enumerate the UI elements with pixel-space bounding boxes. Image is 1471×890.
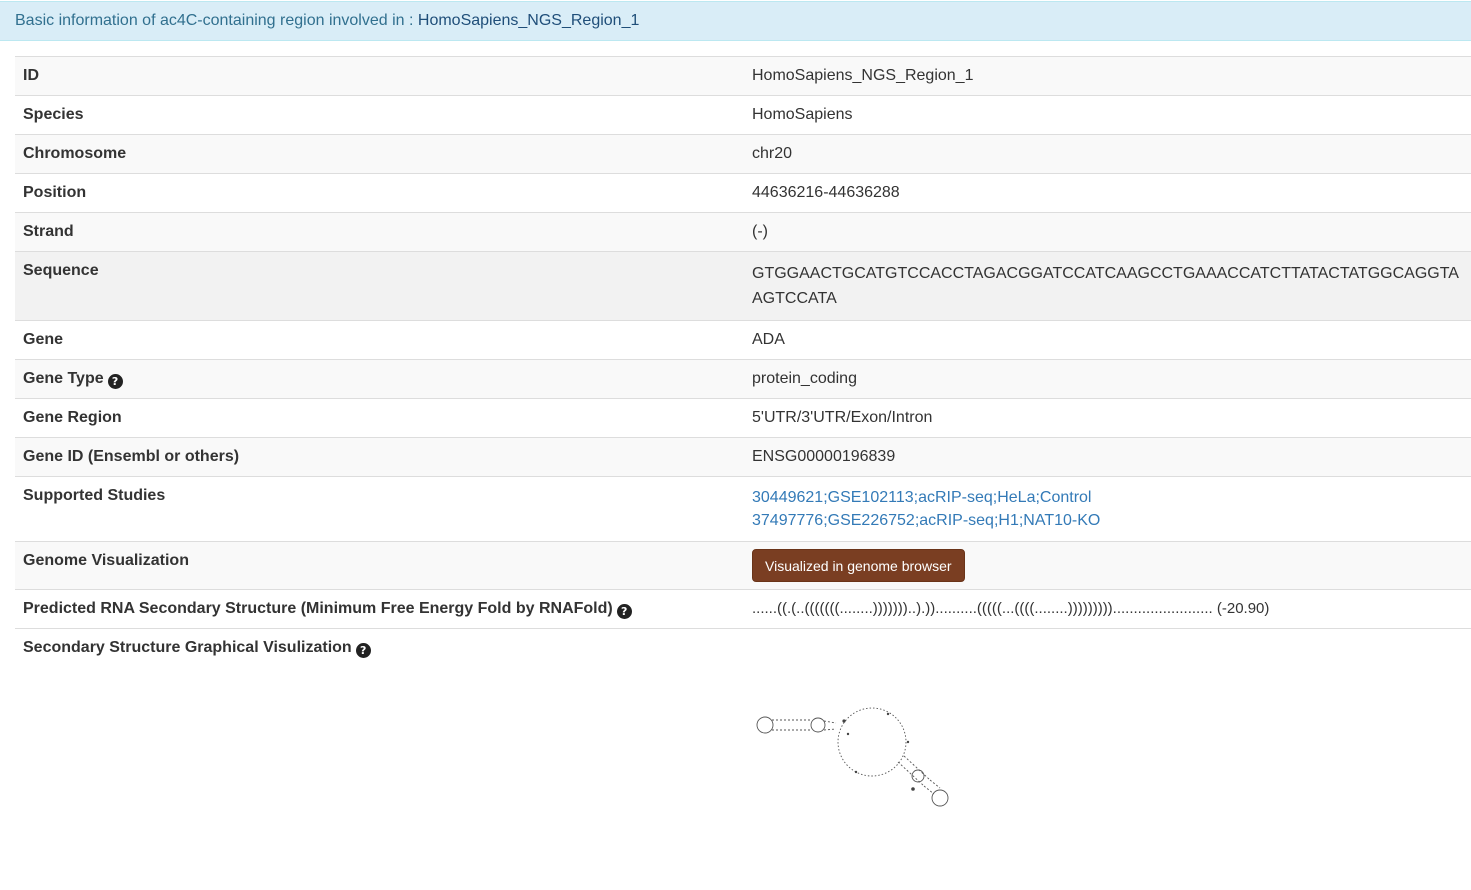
row-genome-visualization: Genome Visualization Visualized in genom…	[15, 541, 1471, 590]
row-species: Species HomoSapiens	[15, 95, 1471, 135]
row-gene-region: Gene Region 5'UTR/3'UTR/Exon/Intron	[15, 398, 1471, 438]
genome-browser-button[interactable]: Visualized in genome browser	[752, 549, 965, 582]
row-label: ID	[15, 56, 744, 96]
row-gene-type: Gene Type? protein_coding	[15, 359, 1471, 399]
row-label: Genome Visualization	[15, 541, 744, 590]
row-label: Predicted RNA Secondary Structure (Minim…	[15, 589, 744, 629]
row-label: Sequence	[15, 251, 744, 321]
heading-prefix: Basic information of ac4C-containing reg…	[15, 12, 418, 29]
row-label: Gene	[15, 320, 744, 360]
row-value: 5'UTR/3'UTR/Exon/Intron	[744, 398, 1471, 438]
row-strand: Strand (-)	[15, 212, 1471, 252]
row-sequence: Sequence GTGGAACTGCATGTCCACCTAGACGGATCCA…	[15, 251, 1471, 321]
question-circle-icon[interactable]: ?	[616, 604, 632, 619]
row-label: Gene Region	[15, 398, 744, 438]
sequence-text: GTGGAACTGCATGTCCACCTAGACGGATCCATCAAGCCTG…	[752, 265, 1459, 307]
row-value: protein_coding	[744, 359, 1471, 399]
row-label: Supported Studies	[15, 476, 744, 542]
row-value: 44636216-44636288	[744, 173, 1471, 213]
row-value: GTGGAACTGCATGTCCACCTAGACGGATCCATCAAGCCTG…	[744, 251, 1471, 321]
question-circle-icon[interactable]: ?	[355, 643, 371, 658]
row-gene-id: Gene ID (Ensembl or others) ENSG00000196…	[15, 437, 1471, 477]
study-link[interactable]: 37497776;GSE226752;acRIP-seq;H1;NAT10-KO	[752, 509, 1463, 532]
row-value: HomoSapiens_NGS_Region_1	[744, 56, 1471, 96]
row-mfe-structure: Predicted RNA Secondary Structure (Minim…	[15, 589, 1471, 629]
row-id: ID HomoSapiens_NGS_Region_1	[15, 56, 1471, 96]
rna-structure-diagram	[756, 707, 949, 807]
row-value: ADA	[744, 320, 1471, 360]
row-supported-studies: Supported Studies 30449621;GSE102113;acR…	[15, 476, 1471, 542]
row-value: ENSG00000196839	[744, 437, 1471, 477]
row-label: Secondary Structure Graphical Visulizati…	[15, 628, 744, 667]
row-label: Gene ID (Ensembl or others)	[15, 437, 744, 477]
row-label: Species	[15, 95, 744, 135]
mfe-label: Predicted RNA Secondary Structure (Minim…	[23, 600, 613, 617]
row-gene: Gene ADA	[15, 320, 1471, 360]
question-circle-icon[interactable]: ?	[107, 374, 123, 389]
info-table: ID HomoSapiens_NGS_Region_1 Species Homo…	[15, 56, 1471, 667]
row-position: Position 44636216-44636288	[15, 173, 1471, 213]
panel-heading: Basic information of ac4C-containing reg…	[0, 1, 1471, 41]
row-value: ......((.(..(((((((........)))))))..).))…	[744, 589, 1471, 629]
row-value: HomoSapiens	[744, 95, 1471, 135]
row-value: 30449621;GSE102113;acRIP-seq;HeLa;Contro…	[744, 476, 1471, 542]
row-label: Position	[15, 173, 744, 213]
row-value: chr20	[744, 134, 1471, 174]
row-structure-graph: Secondary Structure Graphical Visulizati…	[15, 628, 1471, 667]
row-value: Visualized in genome browser	[744, 541, 1471, 590]
row-label: Strand	[15, 212, 744, 252]
study-link[interactable]: 30449621;GSE102113;acRIP-seq;HeLa;Contro…	[752, 486, 1463, 509]
row-value: (-)	[744, 212, 1471, 252]
row-label: Gene Type?	[15, 359, 744, 399]
gene-type-label: Gene Type	[23, 370, 104, 387]
graph-label: Secondary Structure Graphical Visulizati…	[23, 639, 352, 656]
row-value	[744, 628, 1471, 667]
heading-region-name: HomoSapiens_NGS_Region_1	[417, 12, 640, 29]
row-chromosome: Chromosome chr20	[15, 134, 1471, 174]
row-label: Chromosome	[15, 134, 744, 174]
